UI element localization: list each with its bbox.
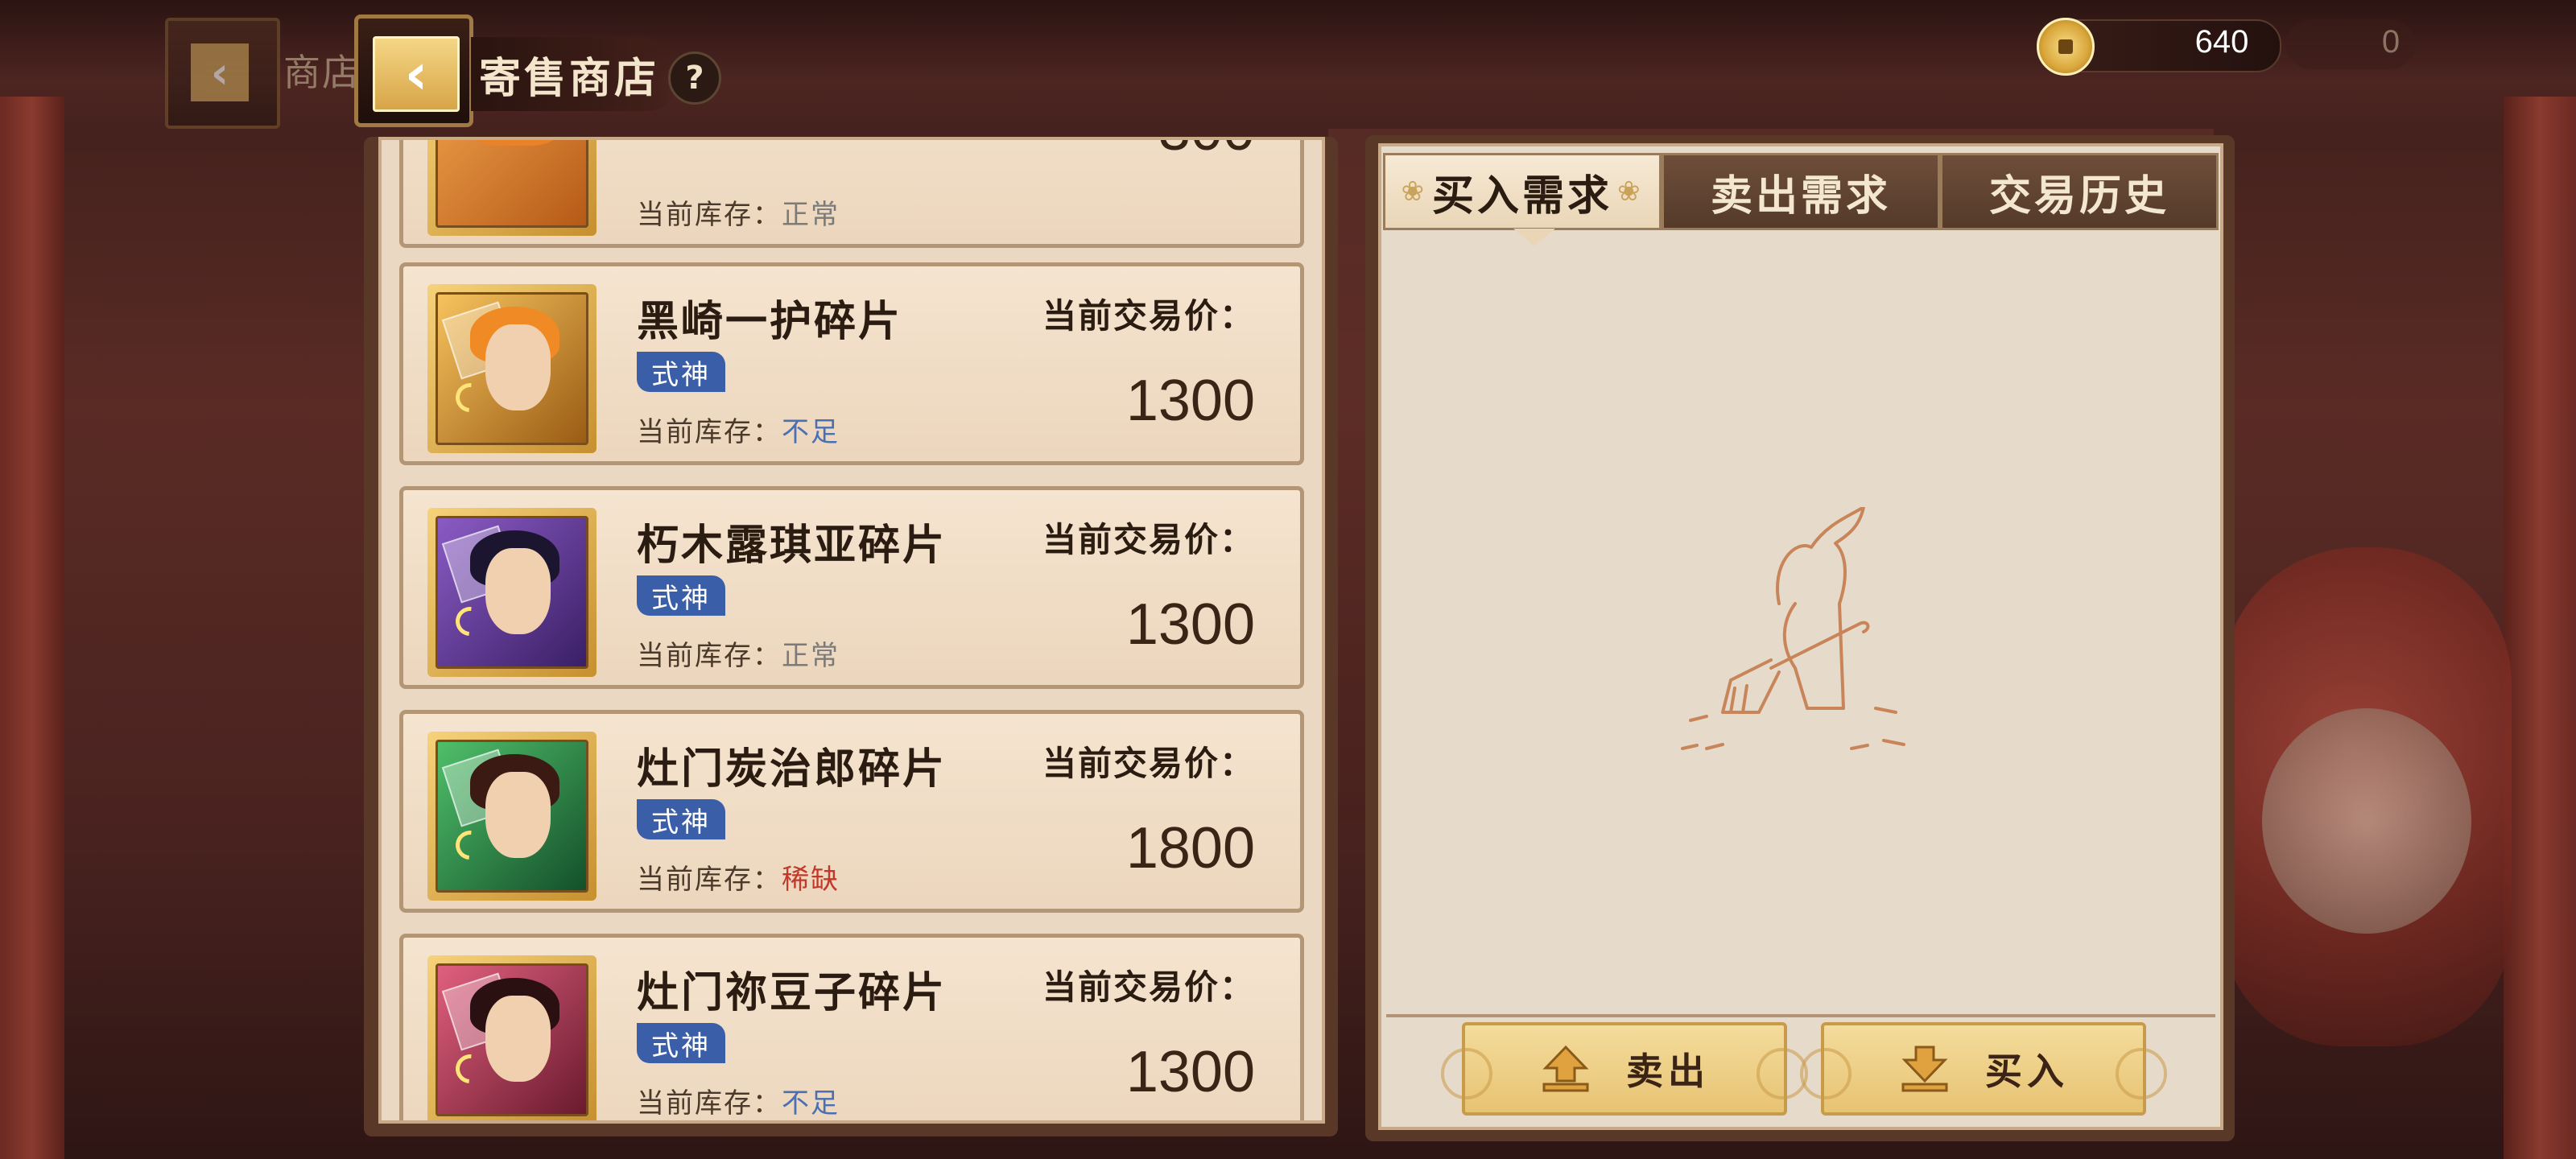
stock-status: 当前库存：正常 xyxy=(637,199,840,231)
swirl-decoration xyxy=(1441,1048,1492,1099)
swirl-decoration xyxy=(2116,1048,2167,1099)
shikigami-tag: 式神 xyxy=(637,799,725,839)
buy-button-label: 买入 xyxy=(1985,1050,2069,1093)
back-button[interactable]: ‹ xyxy=(354,14,473,127)
buy-button[interactable]: 买入 xyxy=(1800,1022,2167,1116)
item-name: 灶门祢豆子碎片 xyxy=(637,968,947,1017)
flower-icon: ❀ xyxy=(1617,175,1644,208)
sell-button-label: 卖出 xyxy=(1626,1050,1710,1093)
active-tab-pointer xyxy=(1513,229,1555,246)
background-pillar-left xyxy=(0,97,64,1159)
item-list[interactable]: 当前库存：正常 300 黑崎一护碎片 式神 当前库存：不足 当前交易价： 130… xyxy=(378,137,1325,1124)
trade-tabs: ❀ 买入需求 ❀ 卖出需求 交易历史 xyxy=(1383,153,2219,232)
list-item[interactable]: 灶门炭治郎碎片 式神 当前库存：稀缺 当前交易价： 1800 xyxy=(399,710,1304,913)
secondary-currency-amount: 0 xyxy=(2381,24,2401,60)
shikigami-tag: 式神 xyxy=(637,352,725,392)
price-label: 当前交易价： xyxy=(1042,520,1255,559)
price-value: 1300 xyxy=(1125,1040,1255,1104)
empty-state-sweeping-icon xyxy=(1681,507,1905,750)
back-arrow-icon: ‹ xyxy=(191,43,249,101)
stock-status: 当前库存：正常 xyxy=(637,640,840,672)
item-icon-frame xyxy=(427,955,597,1120)
item-icon-frame xyxy=(427,284,597,453)
price-value: 300 xyxy=(1158,140,1255,163)
list-item[interactable]: 当前库存：正常 300 xyxy=(399,140,1304,248)
swirl-decoration xyxy=(1800,1048,1852,1099)
coin-amount: 640 xyxy=(2194,24,2249,60)
background-daruma-face xyxy=(2262,708,2471,934)
price-label: 当前交易价： xyxy=(1042,967,1255,1007)
list-item[interactable]: 灶门祢豆子碎片 式神 当前库存：不足 当前交易价： 1300 xyxy=(399,934,1304,1120)
price-value: 1300 xyxy=(1125,369,1255,433)
previous-shop-label: 商店 xyxy=(283,51,361,94)
tab-label: 交易历史 xyxy=(1988,171,2169,221)
upload-arrow-icon xyxy=(1542,1045,1589,1092)
back-arrow-icon: ‹ xyxy=(373,36,460,112)
title-plate: 寄售商店 xyxy=(471,37,679,111)
stock-status: 当前库存：不足 xyxy=(637,1087,840,1120)
previous-shop-back-button[interactable]: ‹ xyxy=(165,18,280,129)
ichigo-portrait-icon xyxy=(436,292,588,445)
list-item[interactable]: 朽木露琪亚碎片 式神 当前库存：正常 当前交易价： 1300 xyxy=(399,486,1304,689)
shikigami-portrait-icon xyxy=(436,140,588,228)
page-title: 寄售商店 xyxy=(479,54,660,103)
shikigami-tag: 式神 xyxy=(637,575,725,616)
stock-status: 当前库存：不足 xyxy=(637,416,840,448)
rukia-portrait-icon xyxy=(436,516,588,669)
price-label: 当前交易价： xyxy=(1042,296,1255,336)
price-label: 当前交易价： xyxy=(1042,744,1255,783)
download-arrow-icon xyxy=(1901,1046,1948,1092)
item-name: 朽木露琪亚碎片 xyxy=(637,521,947,570)
tab-trade-history[interactable]: 交易历史 xyxy=(1940,153,2219,230)
nezuko-portrait-icon xyxy=(436,963,588,1116)
price-value: 1300 xyxy=(1125,592,1255,657)
panel-divider xyxy=(1386,1014,2215,1017)
shikigami-tag: 式神 xyxy=(637,1023,725,1063)
tanjiro-portrait-icon xyxy=(436,740,588,893)
item-name: 黑崎一护碎片 xyxy=(637,297,903,346)
tab-buy-requests[interactable]: ❀ 买入需求 ❀ xyxy=(1383,153,1662,230)
background-pillar-right xyxy=(2504,97,2576,1159)
item-name: 灶门炭治郎碎片 xyxy=(637,744,947,794)
item-icon-frame xyxy=(427,732,597,901)
sell-button[interactable]: 卖出 xyxy=(1441,1022,1808,1116)
price-value: 1800 xyxy=(1125,816,1255,881)
stock-status: 当前库存：稀缺 xyxy=(637,864,840,896)
tab-label: 卖出需求 xyxy=(1710,171,1891,221)
help-icon[interactable]: ? xyxy=(668,52,721,105)
flower-icon: ❀ xyxy=(1401,175,1427,208)
list-item[interactable]: 黑崎一护碎片 式神 当前库存：不足 当前交易价： 1300 xyxy=(399,262,1304,465)
coin-icon xyxy=(2037,18,2095,76)
tab-label: 买入需求 xyxy=(1431,171,1612,221)
item-icon-frame xyxy=(427,140,597,236)
item-icon-frame xyxy=(427,508,597,677)
tab-sell-requests[interactable]: 卖出需求 xyxy=(1662,153,1940,230)
